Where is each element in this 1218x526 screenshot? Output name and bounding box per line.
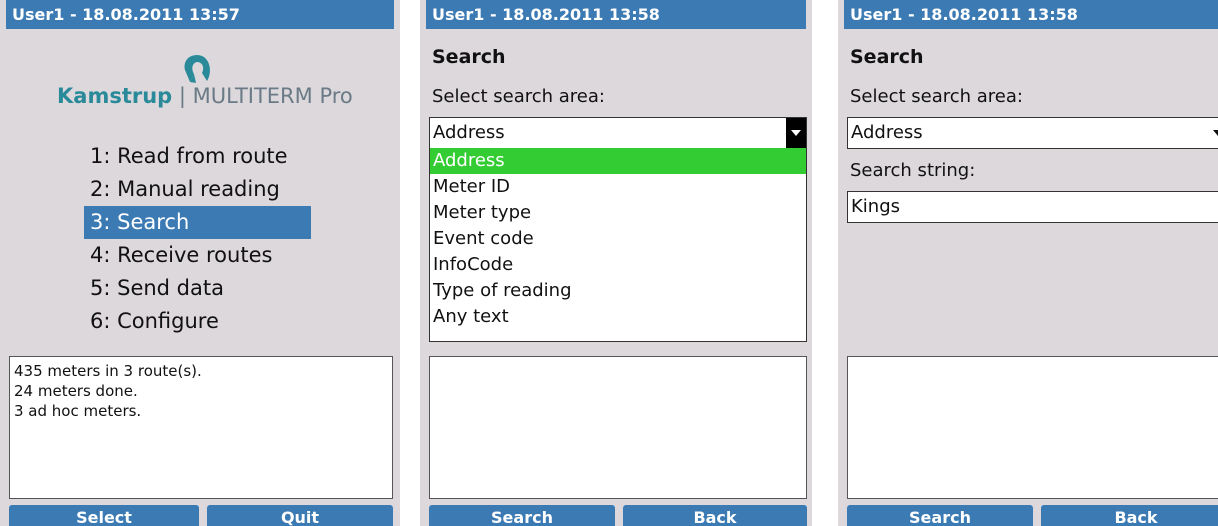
menu-item-manual-reading[interactable]: 2: Manual reading (84, 173, 311, 206)
option-infocode[interactable]: InfoCode (430, 252, 806, 278)
menu-item-send-data[interactable]: 5: Send data (84, 272, 311, 305)
search-area-label: Select search area: (432, 86, 605, 107)
search-area-select[interactable]: Address (847, 117, 1218, 149)
status-info-box: 435 meters in 3 route(s). 24 meters done… (9, 356, 393, 499)
search-dropdown-screen: User1 - 18.08.2011 13:58 Search Select s… (420, 0, 812, 526)
option-event-code[interactable]: Event code (430, 226, 806, 252)
back-button[interactable]: Back (623, 505, 807, 526)
dropdown-arrow-icon[interactable] (1213, 130, 1218, 136)
page-title: Search (850, 46, 924, 68)
search-string-value: Kings (851, 196, 901, 217)
option-address[interactable]: Address (430, 148, 806, 174)
results-panel (847, 356, 1218, 499)
menu-item-read-from-route[interactable]: 1: Read from route (84, 140, 311, 173)
brand-logo: Kamstrup | MULTITERM Pro (57, 84, 353, 108)
kamstrup-logo-icon (184, 55, 210, 83)
search-button[interactable]: Search (429, 505, 615, 526)
search-string-label: Search string: (850, 160, 976, 181)
back-button[interactable]: Back (1041, 505, 1218, 526)
titlebar: User1 - 18.08.2011 13:58 (426, 0, 806, 29)
dropdown-arrow-icon[interactable] (786, 118, 806, 148)
search-area-label: Select search area: (850, 86, 1023, 107)
option-type-of-reading[interactable]: Type of reading (430, 278, 806, 304)
search-button[interactable]: Search (847, 505, 1033, 526)
info-line: 24 meters done. (14, 382, 138, 400)
product-name: MULTITERM Pro (192, 84, 353, 108)
search-string-screen: User1 - 18.08.2011 13:58 Search Select s… (838, 0, 1218, 526)
option-meter-type[interactable]: Meter type (430, 200, 806, 226)
option-any-text[interactable]: Any text (430, 304, 806, 330)
page-title: Search (432, 46, 506, 68)
info-line: 3 ad hoc meters. (14, 402, 142, 420)
select-button[interactable]: Select (9, 505, 199, 526)
search-string-input[interactable]: Kings (847, 191, 1218, 223)
brand-name: Kamstrup (57, 84, 173, 108)
search-area-value: Address (851, 122, 923, 143)
info-line: 435 meters in 3 route(s). (14, 362, 202, 380)
main-menu-screen: User1 - 18.08.2011 13:57 Kamstrup | MULT… (0, 0, 400, 526)
search-area-select[interactable]: Address (429, 117, 807, 149)
search-area-options: Address Meter ID Meter type Event code I… (429, 148, 807, 342)
titlebar: User1 - 18.08.2011 13:57 (6, 0, 394, 29)
search-area-value: Address (433, 122, 505, 143)
brand-separator: | (172, 84, 193, 108)
quit-button[interactable]: Quit (207, 505, 393, 526)
main-menu: 1: Read from route 2: Manual reading 3: … (84, 144, 311, 338)
menu-item-configure[interactable]: 6: Configure (84, 305, 311, 338)
titlebar: User1 - 18.08.2011 13:58 (844, 0, 1218, 29)
results-panel (429, 356, 807, 499)
menu-item-receive-routes[interactable]: 4: Receive routes (84, 239, 311, 272)
option-meter-id[interactable]: Meter ID (430, 174, 806, 200)
menu-item-search[interactable]: 3: Search (84, 206, 311, 239)
